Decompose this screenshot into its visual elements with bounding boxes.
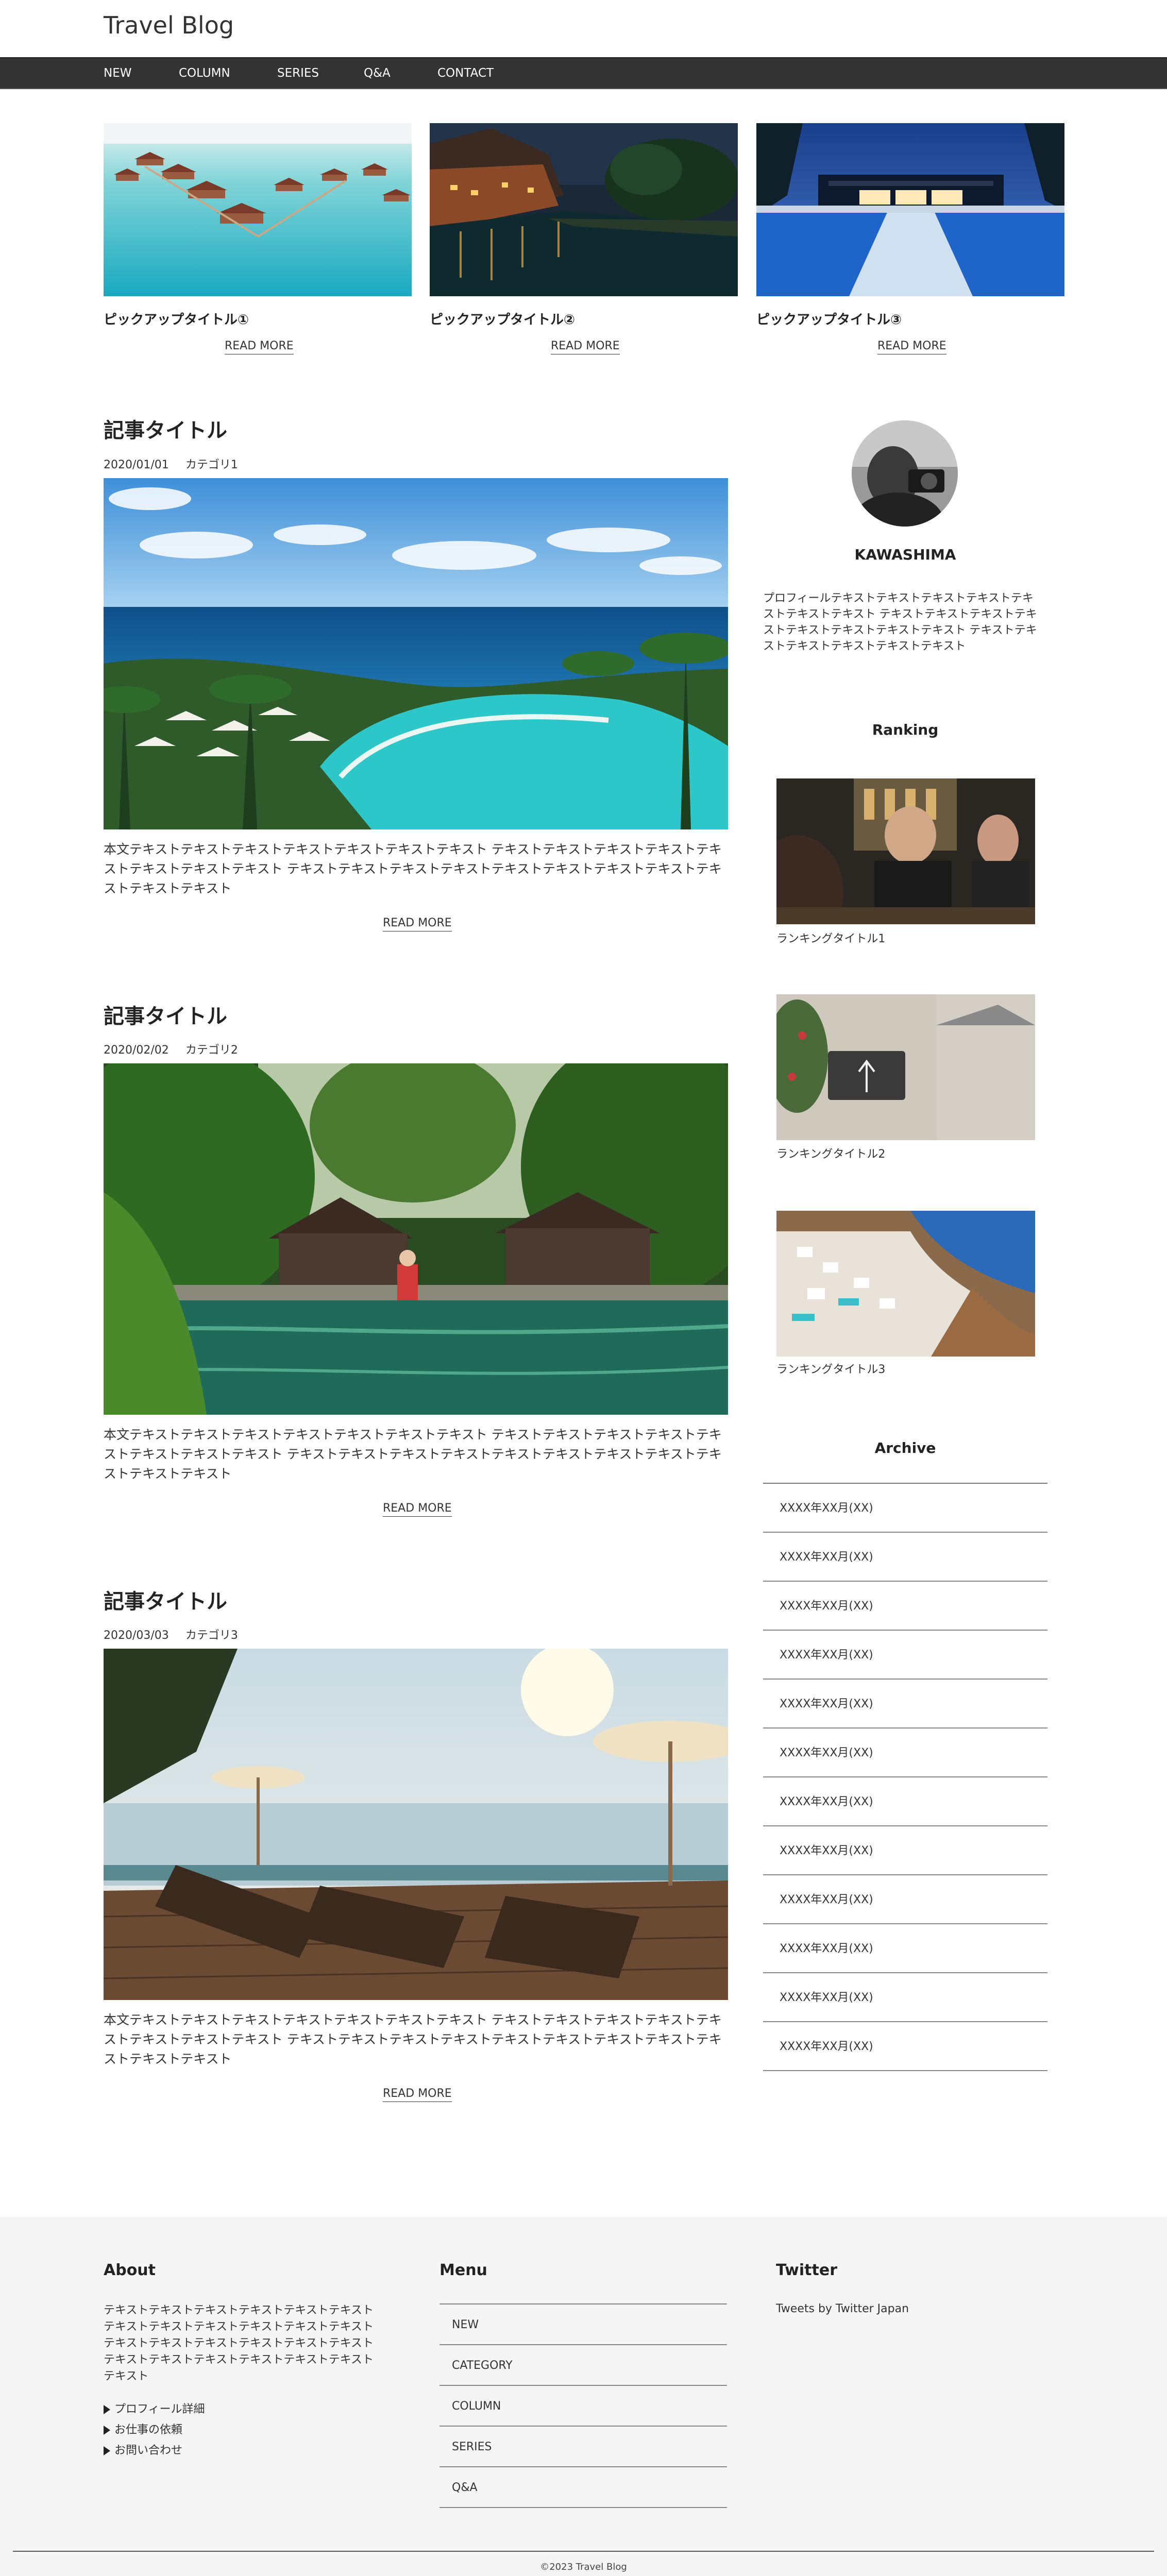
archive-item[interactable]: XXXX年XX月(XX) (763, 1582, 1047, 1631)
article-readmore-1[interactable]: READ MORE (383, 917, 452, 931)
archive-item[interactable]: XXXX年XX月(XX) (763, 1924, 1047, 1973)
article-readmore-2[interactable]: READ MORE (383, 1502, 452, 1517)
pickup-readmore-1[interactable]: READ MORE (225, 340, 294, 354)
twitter-timeline-link[interactable]: Tweets by Twitter Japan (776, 2302, 909, 2315)
article-body-2: 本文テキストテキストテキストテキストテキストテキストテキスト テキストテキストテ… (104, 1427, 722, 1481)
article-body-1: 本文テキストテキストテキストテキストテキストテキストテキスト テキストテキストテ… (104, 842, 722, 896)
pickup-title-3[interactable]: ピックアップタイトル③ (756, 309, 902, 328)
ranking-title-2[interactable]: ランキングタイトル2 (776, 1145, 885, 1161)
footer-menu-item[interactable]: Q&A (439, 2467, 727, 2508)
article-category[interactable]: カテゴリ3 (185, 1629, 238, 1642)
copyright: ©2023 Travel Blog (540, 2562, 627, 2572)
nav-item-contact[interactable]: CONTACT (437, 58, 494, 88)
ranking-heading: Ranking (872, 721, 939, 738)
footer-menu-item[interactable]: SERIES (439, 2427, 727, 2467)
archive-item[interactable]: XXXX年XX月(XX) (763, 1777, 1047, 1826)
pickup-readmore-3[interactable]: READ MORE (877, 340, 946, 354)
ranking-image-2[interactable] (776, 994, 1035, 1140)
archive-item[interactable]: XXXX年XX月(XX) (763, 1680, 1047, 1728)
footer-link-work[interactable]: お仕事の依頼 (104, 2420, 205, 2441)
archive-item[interactable]: XXXX年XX月(XX) (763, 1631, 1047, 1680)
pickup-title-1[interactable]: ピックアップタイトル① (104, 309, 249, 328)
article-image-1[interactable] (104, 478, 728, 829)
archive-item[interactable]: XXXX年XX月(XX) (763, 1728, 1047, 1777)
article-date: 2020/03/03 (104, 1629, 169, 1642)
site-title[interactable]: Travel Blog (104, 11, 234, 39)
caret-right-icon (104, 2405, 110, 2414)
footer-divider (13, 2551, 1154, 2552)
archive-list: XXXX年XX月(XX) XXXX年XX月(XX) XXXX年XX月(XX) X… (763, 1483, 1047, 2071)
article-body-3: 本文テキストテキストテキストテキストテキストテキストテキスト テキストテキストテ… (104, 2012, 722, 2066)
nav-item-column[interactable]: COLUMN (179, 58, 230, 88)
footer-about-heading: About (104, 2261, 156, 2279)
profile-name: KAWASHIMA (854, 546, 956, 563)
footer-twitter-heading: Twitter (776, 2261, 837, 2279)
footer-link-label: プロフィール詳細 (114, 2403, 205, 2416)
nav-item-new[interactable]: NEW (104, 58, 131, 88)
pickup-image-3[interactable] (756, 123, 1064, 296)
footer-about-text: テキストテキストテキストテキストテキストテキストテキストテキストテキストテキスト… (104, 2304, 374, 2383)
profile-text: プロフィールテキストテキストテキストテキストテキストテキストテキスト テキストテ… (763, 592, 1037, 653)
footer-menu-list: NEW CATEGORY COLUMN SERIES Q&A (439, 2303, 727, 2508)
footer-link-label: お問い合わせ (114, 2444, 183, 2457)
article-title-2[interactable]: 記事タイトル (104, 999, 227, 1029)
nav-item-qa[interactable]: Q&A (364, 58, 391, 88)
article-date: 2020/02/02 (104, 1044, 169, 1057)
footer-link-profile[interactable]: プロフィール詳細 (104, 2399, 205, 2420)
footer-menu-item[interactable]: CATEGORY (439, 2345, 727, 2386)
site-footer: About テキストテキストテキストテキストテキストテキストテキストテキストテキ… (0, 2217, 1167, 2576)
article-title-3[interactable]: 記事タイトル (104, 1585, 227, 1615)
footer-link-label: お仕事の依頼 (114, 2424, 183, 2436)
article-title-1[interactable]: 記事タイトル (104, 414, 227, 444)
pickup-title-2[interactable]: ピックアップタイトル② (430, 309, 575, 328)
pickup-readmore-2[interactable]: READ MORE (551, 340, 620, 354)
article-image-2[interactable] (104, 1063, 728, 1415)
ranking-image-3[interactable] (776, 1211, 1035, 1357)
article-category[interactable]: カテゴリ1 (185, 459, 238, 471)
article-meta-1: 2020/01/01 カテゴリ1 (104, 455, 238, 472)
footer-menu-item[interactable]: COLUMN (439, 2386, 727, 2427)
article-readmore-3[interactable]: READ MORE (383, 2087, 452, 2102)
archive-item[interactable]: XXXX年XX月(XX) (763, 1973, 1047, 2022)
archive-heading: Archive (874, 1439, 936, 1456)
footer-link-contact[interactable]: お問い合わせ (104, 2441, 205, 2461)
article-date: 2020/01/01 (104, 459, 169, 471)
article-meta-3: 2020/03/03 カテゴリ3 (104, 1626, 238, 1642)
caret-right-icon (104, 2426, 110, 2435)
pickup-image-2[interactable] (430, 123, 738, 296)
archive-item[interactable]: XXXX年XX月(XX) (763, 2022, 1047, 2071)
article-category[interactable]: カテゴリ2 (185, 1044, 238, 1057)
nav-item-series[interactable]: SERIES (277, 58, 319, 88)
archive-item[interactable]: XXXX年XX月(XX) (763, 1826, 1047, 1875)
article-image-3[interactable] (104, 1649, 728, 2000)
footer-menu-heading: Menu (439, 2261, 487, 2279)
pickup-image-1[interactable] (104, 123, 412, 296)
archive-item[interactable]: XXXX年XX月(XX) (763, 1875, 1047, 1924)
caret-right-icon (104, 2446, 110, 2455)
main-nav: NEW COLUMN SERIES Q&A CONTACT (0, 57, 1167, 89)
footer-about-links: プロフィール詳細 お仕事の依頼 お問い合わせ (104, 2399, 205, 2461)
ranking-title-1[interactable]: ランキングタイトル1 (776, 929, 885, 946)
archive-item[interactable]: XXXX年XX月(XX) (763, 1533, 1047, 1582)
archive-item[interactable]: XXXX年XX月(XX) (763, 1484, 1047, 1533)
footer-menu-item[interactable]: NEW (439, 2304, 727, 2345)
ranking-title-3[interactable]: ランキングタイトル3 (776, 1360, 885, 1377)
article-meta-2: 2020/02/02 カテゴリ2 (104, 1041, 238, 1057)
ranking-image-1[interactable] (776, 778, 1035, 924)
profile-avatar[interactable] (852, 420, 958, 527)
